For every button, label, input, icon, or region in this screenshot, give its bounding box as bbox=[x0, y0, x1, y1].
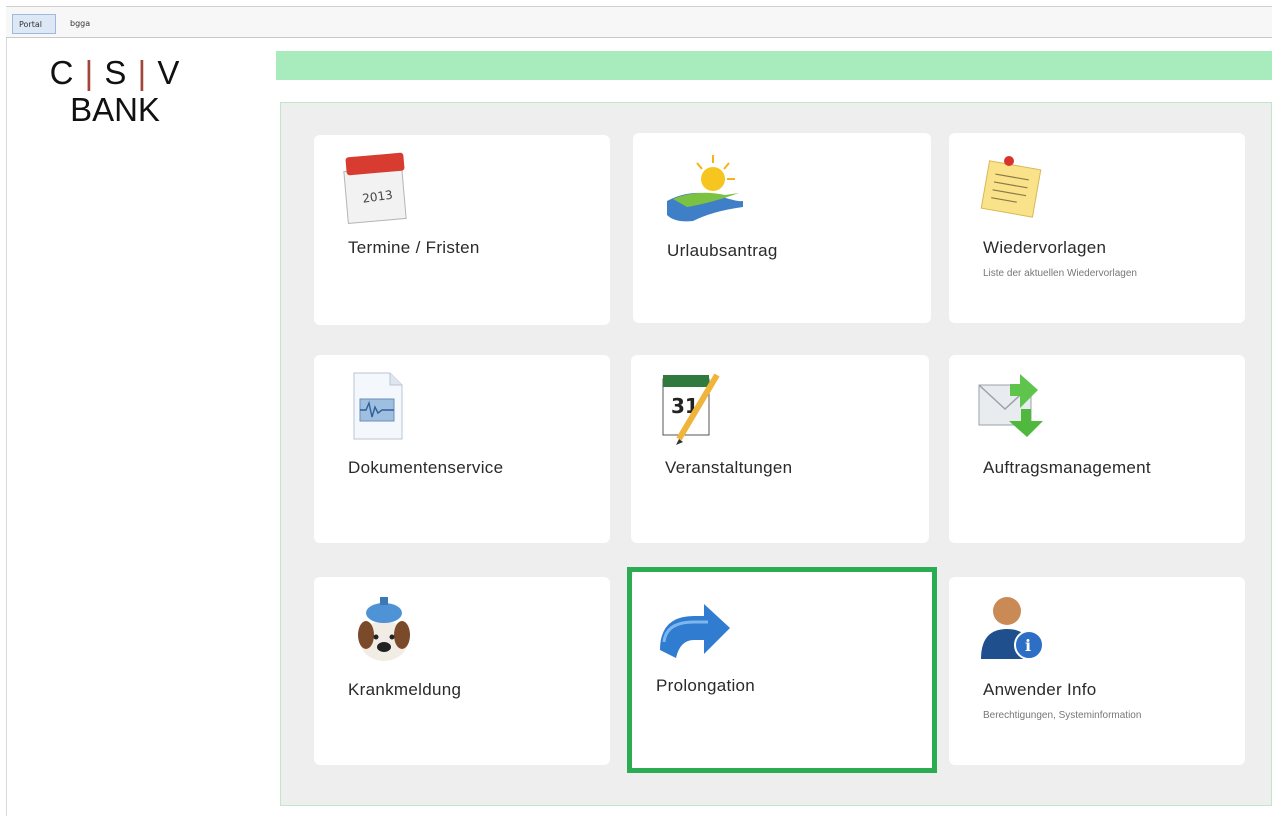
calendar-2013-icon: 2013 bbox=[343, 152, 407, 224]
sun-landscape-icon bbox=[667, 155, 743, 222]
tile-termine-fristen[interactable]: 2013 Termine / Fristen bbox=[314, 135, 610, 325]
logo-bank-text: BANK bbox=[70, 91, 160, 128]
document-icon bbox=[353, 372, 403, 440]
logo-separator: | bbox=[137, 54, 148, 91]
mail-arrows-icon bbox=[978, 374, 1043, 437]
logo-letter-c: C bbox=[49, 54, 75, 91]
tab-portal[interactable]: Portal bbox=[12, 14, 56, 34]
tile-subtitle: Berechtigungen, Systeminformation bbox=[983, 710, 1142, 721]
tab-bar: Portal bgga bbox=[6, 6, 1272, 38]
curved-arrow-icon bbox=[660, 604, 730, 658]
svg-text:i: i bbox=[1025, 636, 1031, 655]
tile-prolongation[interactable]: Prolongation bbox=[627, 567, 937, 773]
tile-title: Anwender Info bbox=[983, 680, 1097, 699]
tab-bgga[interactable]: bgga bbox=[64, 14, 96, 34]
logo-letter-v: V bbox=[157, 54, 181, 91]
tile-title: Prolongation bbox=[656, 676, 756, 695]
tile-title: Wiedervorlagen bbox=[983, 238, 1107, 257]
tile-title: Veranstaltungen bbox=[665, 458, 793, 477]
tile-subtitle: Liste der aktuellen Wiedervorlagen bbox=[983, 268, 1137, 279]
tile-title: Termine / Fristen bbox=[348, 238, 480, 257]
tile-title: Auftragsmanagement bbox=[983, 458, 1151, 477]
tile-anwender-info[interactable]: i Anwender Info Berechtigungen, Systemin… bbox=[949, 577, 1245, 765]
logo-letter-s: S bbox=[104, 54, 128, 91]
header-green-bar bbox=[276, 51, 1272, 80]
window-left-border bbox=[6, 6, 7, 816]
sick-dog-icon bbox=[358, 597, 410, 661]
logo-letters: C | S | V bbox=[40, 55, 190, 91]
sticky-note-icon bbox=[980, 156, 1042, 218]
calendar-31-icon: 31 bbox=[662, 373, 720, 445]
tile-urlaubsantrag[interactable]: Urlaubsantrag bbox=[633, 133, 931, 323]
tile-dokumentenservice[interactable]: Dokumentenservice bbox=[314, 355, 610, 543]
tile-veranstaltungen[interactable]: 31 Veranstaltungen bbox=[631, 355, 929, 543]
tile-title: Krankmeldung bbox=[348, 680, 462, 699]
tile-title: Urlaubsantrag bbox=[667, 241, 778, 260]
csv-bank-logo: C | S | V BANK bbox=[40, 55, 190, 129]
tile-title: Dokumentenservice bbox=[348, 458, 504, 477]
tile-auftragsmanagement[interactable]: Auftragsmanagement bbox=[949, 355, 1245, 543]
tile-panel: 2013 Termine / Fristen Urlaubsantrag Wie… bbox=[280, 102, 1272, 806]
logo-separator: | bbox=[84, 54, 95, 91]
tile-wiedervorlagen[interactable]: Wiedervorlagen Liste der aktuellen Wiede… bbox=[949, 133, 1245, 323]
user-info-icon: i bbox=[981, 597, 1044, 660]
tile-krankmeldung[interactable]: Krankmeldung bbox=[314, 577, 610, 765]
